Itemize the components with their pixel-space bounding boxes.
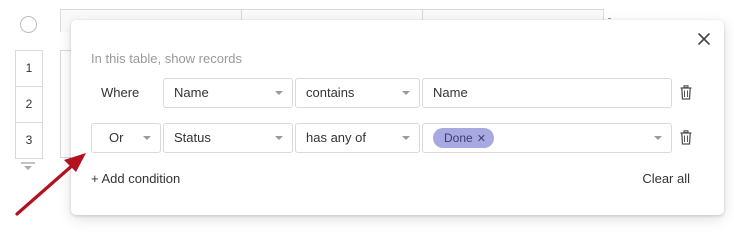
chevron-down-icon xyxy=(275,136,283,140)
tag-remove-icon[interactable]: ✕ xyxy=(477,129,486,149)
chevron-down-icon xyxy=(654,136,662,140)
operator-select[interactable]: contains xyxy=(295,78,420,108)
trash-icon[interactable] xyxy=(680,85,692,100)
row-number[interactable]: 3 xyxy=(16,123,42,158)
chevron-down-icon xyxy=(402,91,410,95)
filter-popup: In this table, show records Where Name c… xyxy=(71,20,724,215)
field-select[interactable]: Status xyxy=(163,123,293,153)
filter-condition-row: Where Name contains Name xyxy=(71,78,724,110)
value-input-text: Name xyxy=(433,85,468,100)
field-select[interactable]: Name xyxy=(163,78,293,108)
chevron-down-icon xyxy=(143,136,151,140)
row-number[interactable]: 1 xyxy=(16,51,42,87)
select-all-radio[interactable] xyxy=(20,16,37,33)
close-icon[interactable] xyxy=(696,31,712,47)
operator-select-value: contains xyxy=(306,85,355,100)
trash-icon[interactable] xyxy=(680,130,692,145)
filter-lines-icon[interactable] xyxy=(21,162,35,172)
header-tick xyxy=(608,18,611,19)
conjunction-select[interactable]: Or xyxy=(91,123,161,153)
field-select-value: Name xyxy=(174,85,209,100)
operator-select-value: has any of xyxy=(306,130,366,145)
chevron-down-icon xyxy=(402,136,410,140)
filter-condition-row: Or Status has any of Done ✕ xyxy=(71,123,724,155)
tag-label: Done xyxy=(444,131,473,145)
row-number[interactable]: 2 xyxy=(16,87,42,123)
value-input[interactable]: Name xyxy=(422,78,672,108)
value-multiselect[interactable]: Done ✕ xyxy=(422,123,672,153)
chevron-down-icon xyxy=(275,91,283,95)
clear-all-button[interactable]: Clear all xyxy=(642,171,690,186)
operator-select[interactable]: has any of xyxy=(295,123,420,153)
add-condition-button[interactable]: + Add condition xyxy=(91,171,180,186)
field-select-value: Status xyxy=(174,130,211,145)
filter-heading: In this table, show records xyxy=(91,51,243,66)
row-number-column: 1 2 3 xyxy=(15,50,43,159)
where-label: Where xyxy=(101,85,140,100)
conjunction-select-value: Or xyxy=(109,130,124,145)
status-tag-done: Done ✕ xyxy=(433,128,494,148)
